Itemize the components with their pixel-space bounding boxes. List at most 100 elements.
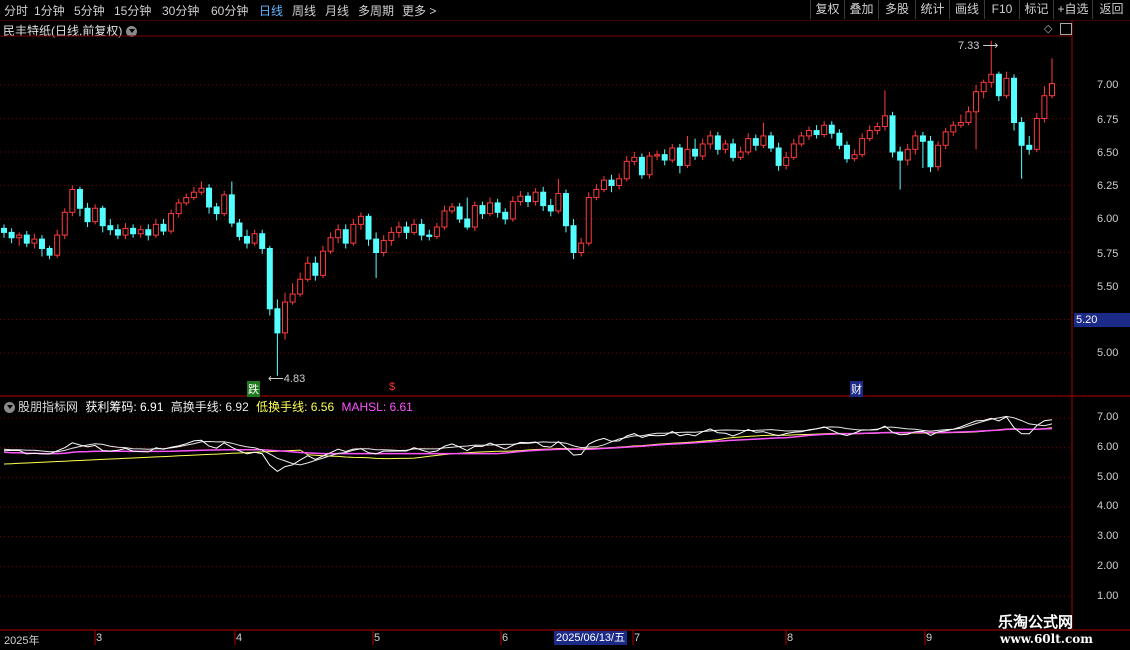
- candle-body: [995, 73, 1002, 97]
- candle-body: [266, 247, 273, 310]
- candle-body: [555, 193, 562, 212]
- x-label: 4: [236, 632, 243, 644]
- candle-body: [965, 111, 972, 124]
- candle-body: [646, 155, 653, 176]
- candle-body: [152, 223, 159, 236]
- candle-body: [8, 231, 15, 239]
- candle-body: [107, 225, 114, 231]
- candle-body: [494, 202, 501, 213]
- marker-finance[interactable]: 财: [850, 381, 863, 397]
- candle-body: [69, 189, 76, 213]
- candle-body: [236, 222, 243, 237]
- candle-body: [752, 138, 759, 146]
- candle-body: [38, 238, 45, 249]
- candle-body: [828, 124, 835, 134]
- candle-body: [160, 223, 167, 232]
- candle-body: [281, 301, 288, 334]
- candle-body: [638, 156, 645, 176]
- candle-body: [540, 191, 547, 207]
- candle-body: [973, 91, 980, 113]
- candle-body: [23, 234, 30, 244]
- candle-body: [198, 187, 205, 193]
- candle-body: [449, 206, 456, 212]
- candle-body: [813, 130, 820, 136]
- candle-body: [608, 179, 615, 186]
- candle-body: [84, 207, 91, 223]
- candle-body: [502, 211, 509, 220]
- candle-body: [418, 223, 425, 236]
- candle-body: [897, 151, 904, 161]
- candle-body: [866, 130, 873, 140]
- candle-body: [92, 207, 99, 223]
- candle-body: [570, 225, 577, 253]
- candle-body: [562, 193, 569, 227]
- candle-body: [805, 130, 812, 137]
- candle-body: [395, 226, 402, 233]
- high-turnover-label: 高换手线: 6.92: [170, 400, 249, 414]
- candle-body: [889, 115, 896, 153]
- candle-body: [456, 206, 463, 220]
- candle-body: [206, 187, 213, 208]
- candle-body: [760, 135, 767, 146]
- candle-body: [616, 178, 623, 187]
- x-label: 9: [926, 632, 933, 644]
- current-price-box: 5.20: [1074, 313, 1130, 327]
- candle-body: [1041, 95, 1048, 120]
- x-label: 7: [634, 632, 641, 644]
- candle-body: [950, 124, 957, 133]
- candle-body: [1018, 122, 1025, 146]
- candle-body: [745, 138, 752, 153]
- x-label: 5: [374, 632, 381, 644]
- marker-drop[interactable]: 跌: [247, 381, 260, 397]
- candle-body: [1049, 83, 1055, 97]
- candle-body: [327, 237, 334, 252]
- low-turnover-label: 低换手线: 6.56: [256, 400, 335, 414]
- candle-body: [297, 278, 304, 295]
- candle-body: [532, 191, 539, 203]
- x-label: 6: [502, 632, 509, 644]
- candle-body: [274, 308, 281, 334]
- cursor-date: 2025/06/13/五: [554, 631, 628, 645]
- candle-body: [114, 229, 121, 236]
- indicator-tick: 7.00: [1097, 411, 1119, 423]
- chart-canvas[interactable]: [0, 0, 1130, 650]
- candle-body: [585, 197, 592, 244]
- candle-body: [411, 223, 418, 233]
- candle-body: [99, 207, 106, 227]
- candle-body: [919, 135, 926, 142]
- candle-body: [509, 201, 516, 220]
- candle-body: [471, 205, 478, 228]
- candle-body: [547, 205, 554, 212]
- indicator-tick: 5.00: [1097, 471, 1119, 483]
- candle-body: [836, 132, 843, 146]
- chevron-down-icon[interactable]: [4, 402, 15, 414]
- window-toggle-icon[interactable]: [1060, 23, 1072, 35]
- indicator-tick: 3.00: [1097, 530, 1119, 542]
- candle-body: [661, 154, 668, 161]
- candle-body: [904, 148, 911, 161]
- candle-body: [289, 293, 296, 303]
- candle-body: [843, 144, 850, 160]
- indicator-header: 股朋指标网 获利筹码: 6.91 高换手线: 6.92 低换手线: 6.56 M…: [4, 398, 413, 415]
- candle-body: [737, 151, 744, 158]
- candle-body: [388, 231, 395, 241]
- candle-body: [525, 195, 531, 203]
- candle-body: [61, 211, 68, 236]
- candle-body: [980, 81, 987, 93]
- candle-body: [304, 262, 311, 280]
- profit-line: [3, 416, 1053, 473]
- arrow-left-icon: ⟵: [268, 373, 284, 385]
- indicator-tick: 2.00: [1097, 560, 1119, 572]
- candle-body: [426, 234, 433, 237]
- indicator-tick: 1.00: [1097, 590, 1119, 602]
- candle-body: [768, 135, 775, 149]
- diamond-icon[interactable]: ◇: [1044, 22, 1052, 35]
- high-turnover-line: [3, 415, 1053, 466]
- price-tick: 6.50: [1097, 147, 1119, 159]
- candle-body: [76, 189, 83, 209]
- high-annotation: 7.33 ⟶: [958, 39, 998, 52]
- x-label: 8: [787, 632, 794, 644]
- marker-dollar[interactable]: $: [389, 381, 395, 393]
- price-tick: 6.00: [1097, 213, 1119, 225]
- candle-body: [851, 154, 858, 160]
